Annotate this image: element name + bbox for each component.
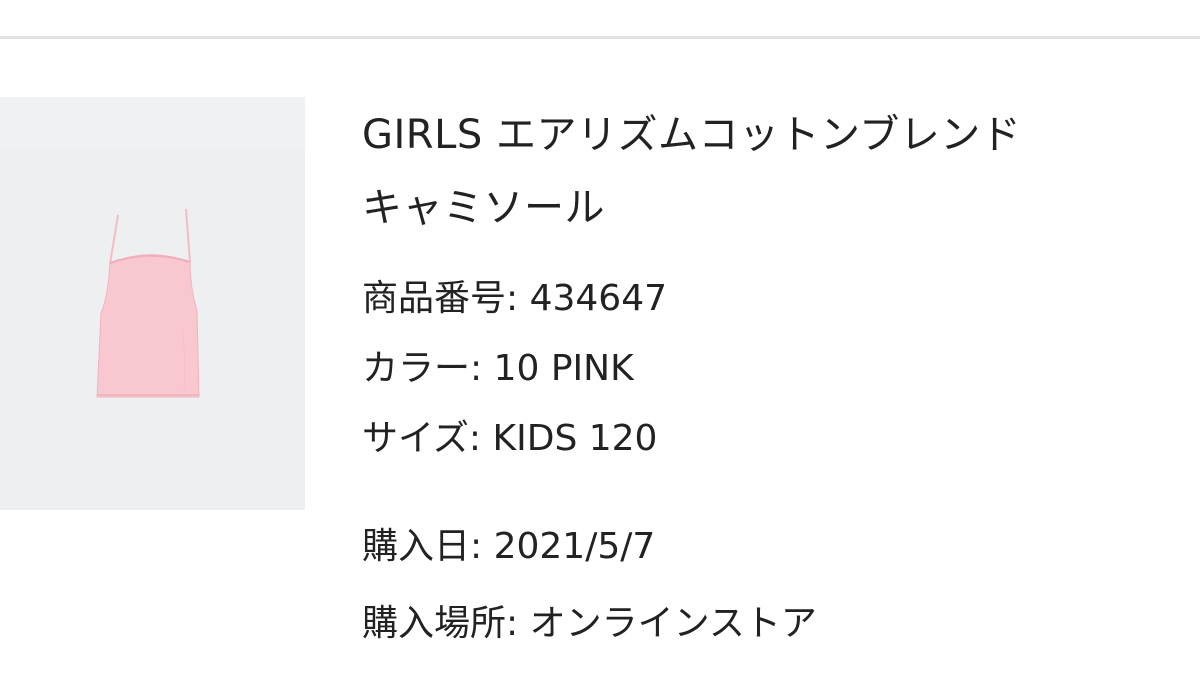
product-size: サイズ: KIDS 120 xyxy=(362,418,658,459)
purchase-place: 購入場所: オンラインストア xyxy=(362,603,817,644)
product-title-line1[interactable]: GIRLS エアリズムコットンブレンド xyxy=(362,111,1021,159)
product-title-line2[interactable]: キャミソール xyxy=(362,184,605,232)
product-color: カラー: 10 PINK xyxy=(362,348,634,389)
product-number: 商品番号: 434647 xyxy=(362,278,667,319)
camisole-icon xyxy=(96,208,200,398)
purchase-date: 購入日: 2021/5/7 xyxy=(362,526,656,567)
purchase-history-item: GIRLS エアリズムコットンブレンド キャミソール 商品番号: 434647 … xyxy=(0,0,1200,696)
top-divider xyxy=(0,36,1200,39)
product-image[interactable] xyxy=(0,97,305,510)
